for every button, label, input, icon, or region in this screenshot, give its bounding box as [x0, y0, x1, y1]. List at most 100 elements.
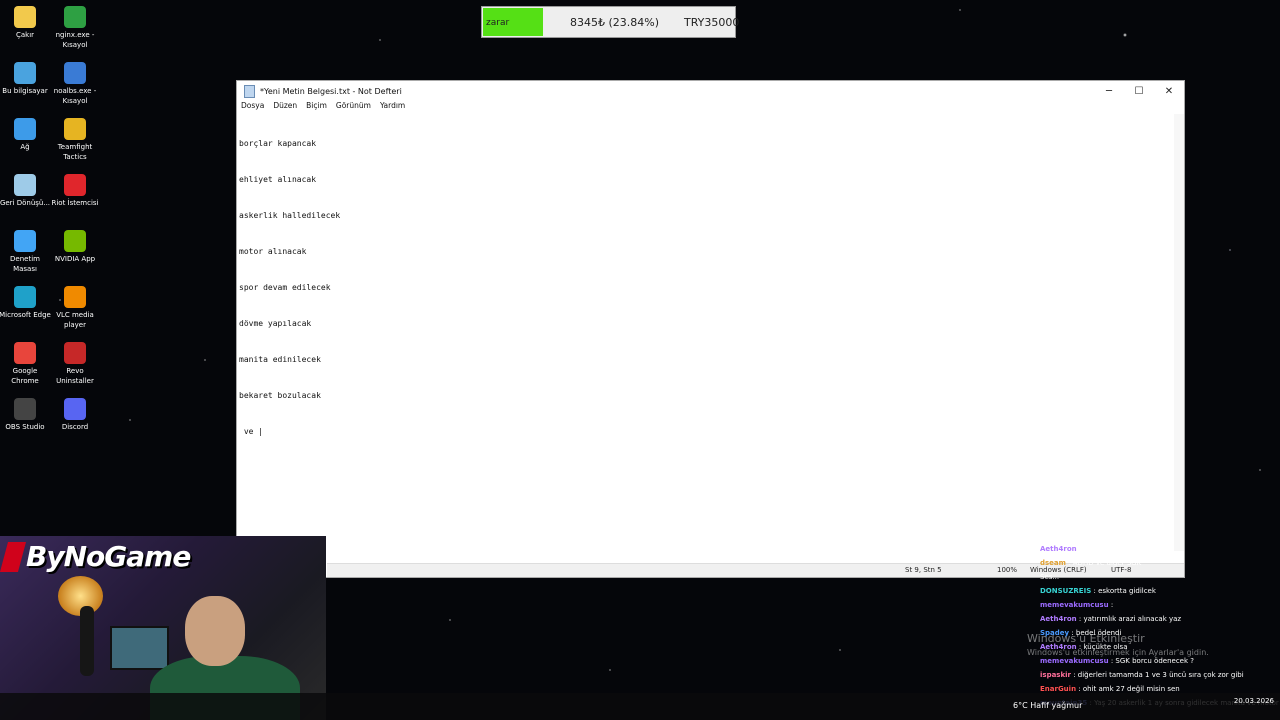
desktop-shortcut[interactable]: Riot İstemcisi: [49, 172, 101, 208]
chat-message: memevakumcusu :: [1040, 598, 1280, 612]
menu-format[interactable]: Biçim: [306, 101, 327, 114]
noalbs-icon: [64, 62, 86, 84]
chat-text: küçükte olsa: [1083, 643, 1128, 651]
menu-bar: Dosya Düzen Biçim Görünüm Yardım: [237, 101, 1184, 114]
desktop-shortcut[interactable]: VLC media player: [49, 284, 101, 330]
desktop-shortcut[interactable]: NVIDIA App: [49, 228, 101, 264]
chat-text: Ses...: [1040, 573, 1060, 581]
menu-view[interactable]: Görünüm: [336, 101, 371, 114]
text-line: bekaret bozulacak: [239, 391, 321, 400]
desktop-shortcut[interactable]: Bu bilgisayar: [0, 60, 51, 96]
desktop-shortcut-label: Geri Dönüşü...: [0, 199, 51, 207]
desktop-shortcut-label: Teamfight Tactics: [57, 143, 93, 161]
chat-username: memevakumcusu: [1040, 657, 1109, 665]
desktop-shortcut[interactable]: Discord: [49, 396, 101, 432]
chat-message: dseam : ADHD ve diğer SGK: [1040, 556, 1280, 570]
chat-message: Aeth4ron : ev alınacak yaz: [1040, 542, 1280, 556]
chat-message: Spadey : bedel ödendi: [1040, 626, 1280, 640]
computer-icon: [14, 62, 36, 84]
weather-widget[interactable]: 6°C Hafif yağmur: [1013, 701, 1082, 710]
desktop-shortcut[interactable]: Revo Uninstaller: [49, 340, 101, 386]
discord-icon: [64, 398, 86, 420]
desktop-shortcut-label: OBS Studio: [5, 423, 45, 431]
chat-separator: :: [1076, 685, 1083, 693]
target-amount: TRY35000: [684, 16, 740, 29]
recycle-bin-icon: [14, 174, 36, 196]
desktop-shortcut[interactable]: Microsoft Edge: [0, 284, 51, 320]
desktop-shortcut-label: Ağ: [20, 143, 30, 151]
chat-overlay: Aeth4ron : ev alınacak yaz dseam : ADHD v…: [1040, 542, 1280, 710]
vertical-scrollbar[interactable]: [1174, 114, 1184, 551]
desktop-shortcut[interactable]: Ağ: [0, 116, 51, 152]
streamer-head: [185, 596, 245, 666]
chat-text: diğerleri tamamda 1 ve 3 üncü sıra çok z…: [1077, 671, 1244, 679]
chat-separator: :: [1108, 601, 1114, 609]
chat-username: Spadey: [1040, 629, 1070, 637]
chat-text: SGK borcu ödenecek ?: [1115, 657, 1194, 665]
chat-text: ev alınacak yaz: [1083, 545, 1138, 553]
vlc-icon: [64, 286, 86, 308]
cursor-position: St 9, Stn 5: [905, 566, 942, 574]
desktop-shortcut[interactable]: Teamfight Tactics: [49, 116, 101, 162]
desktop-shortcut[interactable]: noalbs.exe - Kısayol: [49, 60, 101, 106]
notepad-icon: [244, 84, 255, 98]
folder-icon: [14, 6, 36, 28]
title-bar[interactable]: *Yeni Metin Belgesi.txt - Not Defteri ─ …: [237, 81, 1184, 101]
text-line: motor alınacak: [239, 247, 307, 256]
chat-text: ADHD ve diğer SGK: [1072, 559, 1142, 567]
desktop-shortcut-label: Discord: [61, 423, 89, 431]
maximize-icon[interactable]: ☐: [1124, 86, 1154, 97]
menu-file[interactable]: Dosya: [241, 101, 264, 114]
desktop-shortcut[interactable]: OBS Studio: [0, 396, 51, 432]
pnl-ticker: zarar 8345₺ (23.84%) TRY35000: [481, 6, 740, 38]
text-editor-area[interactable]: borçlar kapancak ehliyet alınacak askerl…: [239, 114, 1172, 551]
loss-amount: 8345₺ (23.84%): [570, 16, 660, 29]
riot-icon: [64, 174, 86, 196]
chat-message: ispaskir : diğerleri tamamda 1 ve 3 üncü…: [1040, 668, 1280, 682]
desktop-shortcut[interactable]: Google Chrome: [0, 340, 51, 386]
minimize-icon[interactable]: ─: [1094, 86, 1124, 97]
text-line: ve |: [239, 427, 264, 436]
desktop-shortcut[interactable]: Denetim Masası: [0, 228, 51, 274]
desktop-shortcut-label: Google Chrome: [11, 367, 39, 385]
chat-separator: :: [1065, 559, 1073, 567]
chat-username: Aeth4ron: [1040, 545, 1077, 553]
text-line: spor devam edilecek: [239, 283, 331, 292]
zoom-level: 100%: [997, 566, 1018, 574]
desktop-shortcut-label: Revo Uninstaller: [56, 367, 94, 385]
desktop-shortcut-label: VLC media player: [56, 311, 94, 329]
desktop-shortcut[interactable]: Çakır: [0, 4, 51, 40]
chat-username: ispaskir: [1040, 671, 1071, 679]
desktop-shortcut-label: Riot İstemcisi: [51, 199, 99, 207]
text-line: borçlar kapancak: [239, 139, 317, 148]
chat-message: memevakumcusu : SGK borcu ödenecek ?: [1040, 654, 1280, 668]
text-line: ehliyet alınacak: [239, 175, 317, 184]
menu-help[interactable]: Yardım: [380, 101, 405, 114]
window-title: *Yeni Metin Belgesi.txt - Not Defteri: [260, 86, 402, 96]
channel-logo: ByNoGame: [0, 540, 191, 573]
channel-name: ByNoGame: [26, 540, 191, 573]
chat-separator: :: [1070, 671, 1078, 679]
chat-text: yatırımlık arazi alınacak yaz: [1083, 615, 1182, 623]
text-line: manita edinilecek: [239, 355, 321, 364]
chat-username: Aeth4ron: [1040, 615, 1077, 623]
clock-date: 20.03.2026: [1233, 697, 1274, 705]
nginx-icon: [64, 6, 86, 28]
chat-message: Aeth4ron : yatırımlık arazi alınacak yaz: [1040, 612, 1280, 626]
desktop-shortcut-label: Denetim Masası: [10, 255, 40, 273]
chat-text: ohit amk 27 değil misin sen: [1082, 685, 1180, 693]
chrome-icon: [14, 342, 36, 364]
chat-username: Aeth4ron: [1040, 643, 1077, 651]
desktop-shortcut[interactable]: nginx.exe - Kısayol: [49, 4, 101, 50]
close-icon[interactable]: ✕: [1154, 86, 1184, 97]
desktop-shortcut-label: NVIDIA App: [54, 255, 96, 263]
system-tray[interactable]: 20.03.2026: [1234, 697, 1274, 706]
desktop-shortcut[interactable]: Geri Dönüşü...: [0, 172, 51, 208]
menu-edit[interactable]: Düzen: [273, 101, 297, 114]
chat-username: memevakumcusu: [1040, 601, 1109, 609]
loss-status-label: zarar: [483, 8, 543, 36]
desktop-shortcut-label: nginx.exe - Kısayol: [55, 31, 95, 49]
revo-icon: [64, 342, 86, 364]
tft-icon: [64, 118, 86, 140]
text-line: dövme yapılacak: [239, 319, 312, 328]
